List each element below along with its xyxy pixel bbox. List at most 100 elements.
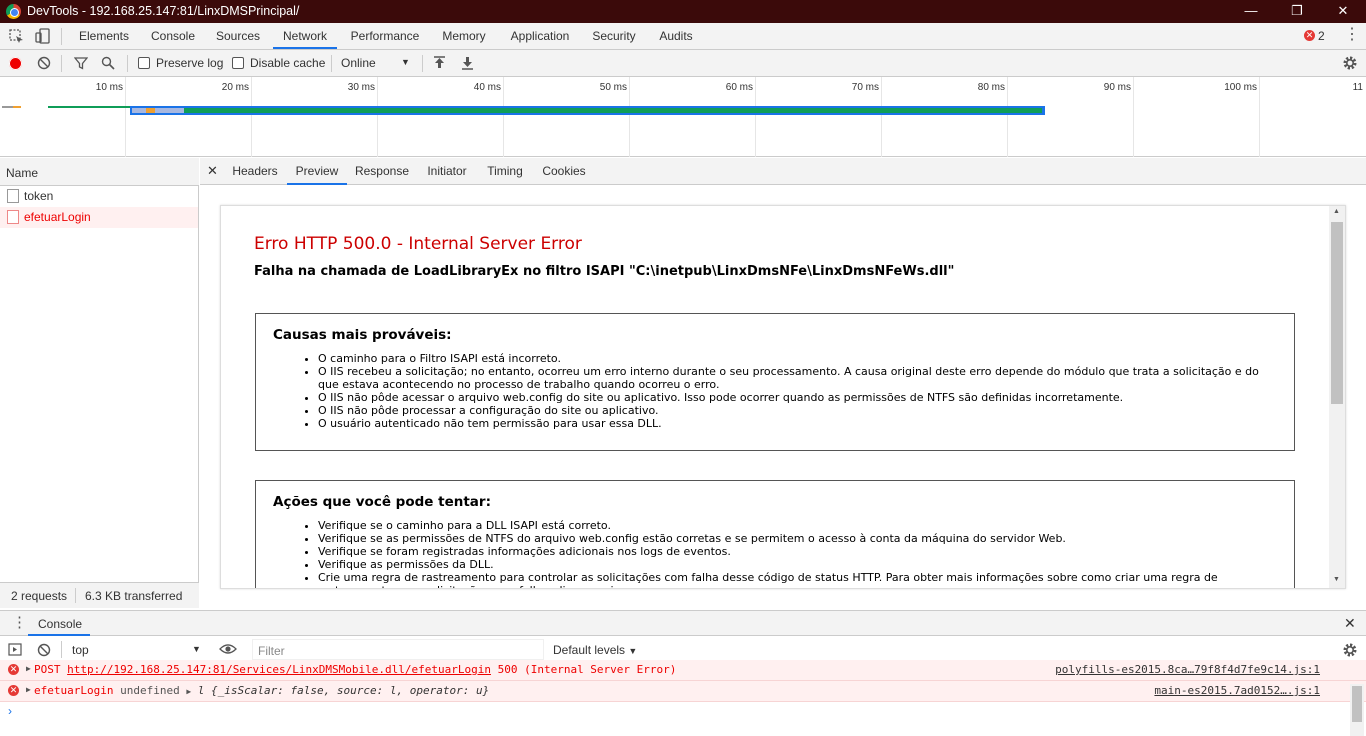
record-icon[interactable] — [9, 57, 22, 70]
error-count[interactable]: 2 — [1318, 29, 1325, 43]
log-levels-label: Default levels — [553, 643, 626, 657]
request-row[interactable]: efetuarLogin — [0, 207, 198, 228]
console-drawer-header: ⋮ Console ✕ — [0, 610, 1366, 636]
chevron-down-icon[interactable]: ▼ — [192, 644, 201, 654]
import-har-icon[interactable] — [433, 56, 446, 70]
error-title: Erro HTTP 500.0 - Internal Server Error — [254, 234, 582, 254]
list-item: Verifique se foram registradas informaçõ… — [318, 545, 1278, 558]
scroll-down-icon[interactable]: ▼ — [1333, 576, 1340, 583]
more-options-icon[interactable]: ⋮ — [1344, 25, 1360, 45]
tab-sources[interactable]: Sources — [210, 23, 266, 49]
close-detail-icon[interactable]: ✕ — [207, 163, 218, 179]
drawer-menu-icon[interactable]: ⋮ — [12, 614, 27, 632]
timeline-bar — [2, 106, 13, 108]
console-message[interactable]: ✕ ▶ POST http://192.168.25.147:81/Servic… — [0, 660, 1366, 681]
tab-timing[interactable]: Timing — [482, 158, 528, 185]
window-titlebar: DevTools - 192.168.25.147:81/LinxDMSPrin… — [0, 0, 1366, 23]
error-icon: ✕ — [8, 685, 19, 696]
sidebar-toggle-icon[interactable] — [8, 643, 22, 656]
eye-icon[interactable] — [219, 643, 237, 655]
restore-icon[interactable]: ❐ — [1274, 0, 1320, 23]
preserve-log-checkbox[interactable] — [138, 57, 150, 69]
tick-label: 10 ms — [95, 82, 123, 93]
tab-audits[interactable]: Audits — [650, 23, 702, 49]
causes-list: O caminho para o Filtro ISAPI está incor… — [318, 352, 1278, 430]
tab-performance[interactable]: Performance — [344, 23, 426, 49]
settings-gear-icon[interactable] — [1342, 55, 1358, 71]
error-subtitle: Falha na chamada de LoadLibraryEx no fil… — [254, 264, 955, 279]
console-prompt-icon[interactable]: › — [8, 704, 12, 718]
source-link[interactable]: polyfills-es2015.8ca…79f8f4d7fe9c14.js:1 — [1055, 663, 1320, 676]
timeline-bar — [146, 108, 155, 113]
list-item: O IIS não pôde processar a configuração … — [318, 404, 1278, 417]
tab-application[interactable]: Application — [502, 23, 578, 49]
tab-cookies[interactable]: Cookies — [537, 158, 591, 185]
throttling-select[interactable]: Online — [341, 56, 376, 70]
disable-cache-checkbox[interactable] — [232, 57, 244, 69]
search-icon[interactable] — [101, 56, 115, 70]
console-drawer-tab[interactable]: Console — [38, 617, 82, 631]
tick-label: 60 ms — [725, 82, 753, 93]
request-url-link[interactable]: http://192.168.25.147:81/Services/LinxDM… — [67, 663, 491, 676]
request-summary: 2 requests 6.3 KB transferred — [0, 582, 199, 608]
export-har-icon[interactable] — [461, 56, 474, 70]
expand-object-icon[interactable]: ▶ — [186, 687, 191, 696]
list-item: Verifique se o caminho para a DLL ISAPI … — [318, 519, 1278, 532]
clear-icon[interactable] — [37, 56, 51, 70]
tab-elements[interactable]: Elements — [72, 23, 136, 49]
console-message[interactable]: ✕ ▶ efetuarLogin undefined ▶ l {_isScala… — [0, 681, 1366, 702]
tab-network[interactable]: Network — [273, 23, 337, 49]
tab-console[interactable]: Console — [142, 23, 204, 49]
chevron-down-icon[interactable]: ▼ — [401, 57, 410, 67]
minimize-icon[interactable]: — — [1228, 0, 1274, 23]
source-link[interactable]: main-es2015.7ad0152….js:1 — [1154, 684, 1320, 697]
log-levels-select[interactable]: Default levels ▼ — [553, 643, 637, 657]
tab-initiator[interactable]: Initiator — [420, 158, 474, 185]
tab-headers[interactable]: Headers — [228, 158, 282, 185]
timeline-bar — [132, 108, 184, 113]
filter-placeholder: Filter — [258, 644, 285, 658]
tab-security[interactable]: Security — [586, 23, 642, 49]
close-window-icon[interactable]: ✕ — [1320, 0, 1366, 23]
expand-arrow-icon[interactable]: ▶ — [26, 664, 31, 673]
tab-preview[interactable]: Preview — [287, 158, 347, 185]
document-icon — [7, 189, 19, 203]
object-preview[interactable]: l {_isScalar: false, source: l, operator… — [198, 684, 489, 697]
filter-icon[interactable] — [74, 56, 88, 70]
error-badge-icon[interactable]: ✕ — [1304, 30, 1315, 41]
preserve-log-label: Preserve log — [156, 56, 224, 70]
list-item: O IIS recebeu a solicitação; no entanto,… — [318, 365, 1278, 391]
list-item: O usuário autenticado não tem permissão … — [318, 417, 1278, 430]
clear-console-icon[interactable] — [37, 643, 51, 657]
tab-memory[interactable]: Memory — [434, 23, 494, 49]
inspect-element-icon[interactable] — [9, 29, 24, 44]
request-name: token — [24, 189, 54, 203]
timeline-bar — [184, 108, 1042, 113]
name-column-header[interactable]: Name — [6, 166, 38, 180]
message-value: undefined — [120, 684, 180, 697]
console-scrollbar[interactable] — [1350, 684, 1364, 736]
list-item: Verifique se as permissões de NTFS do ar… — [318, 532, 1278, 545]
response-preview[interactable]: Erro HTTP 500.0 - Internal Server Error … — [220, 205, 1346, 589]
expand-arrow-icon[interactable]: ▶ — [26, 685, 31, 694]
devtools-tabbar: Elements Console Sources Network Perform… — [0, 23, 1366, 50]
list-item: Crie uma regra de rastreamento para cont… — [318, 571, 1278, 588]
request-list: Name token efetuarLogin 2 requests 6.3 K… — [0, 158, 199, 608]
actions-box: Ações que você pode tentar: Verifique se… — [255, 480, 1295, 588]
tick-label: 100 ms — [1224, 82, 1257, 93]
network-overview[interactable]: 10 ms 20 ms 30 ms 40 ms 50 ms 60 ms 70 m… — [0, 77, 1366, 157]
console-message-text: POST http://192.168.25.147:81/Services/L… — [34, 663, 676, 676]
filter-input[interactable]: Filter — [252, 639, 544, 660]
request-row[interactable]: token — [0, 186, 198, 207]
context-select[interactable]: top — [72, 643, 89, 657]
scroll-up-icon[interactable]: ▲ — [1333, 208, 1340, 215]
console-message-text: efetuarLogin undefined ▶ l {_isScalar: f… — [34, 684, 489, 697]
device-toolbar-icon[interactable] — [35, 28, 51, 44]
close-drawer-icon[interactable]: ✕ — [1344, 615, 1356, 632]
console-settings-icon[interactable] — [1342, 642, 1358, 658]
message-label: efetuarLogin — [34, 684, 114, 697]
transferred-size: 6.3 KB transferred — [85, 589, 183, 603]
tab-response[interactable]: Response — [352, 158, 412, 185]
preview-scroll-thumb[interactable] — [1331, 222, 1343, 404]
document-icon — [7, 210, 19, 224]
